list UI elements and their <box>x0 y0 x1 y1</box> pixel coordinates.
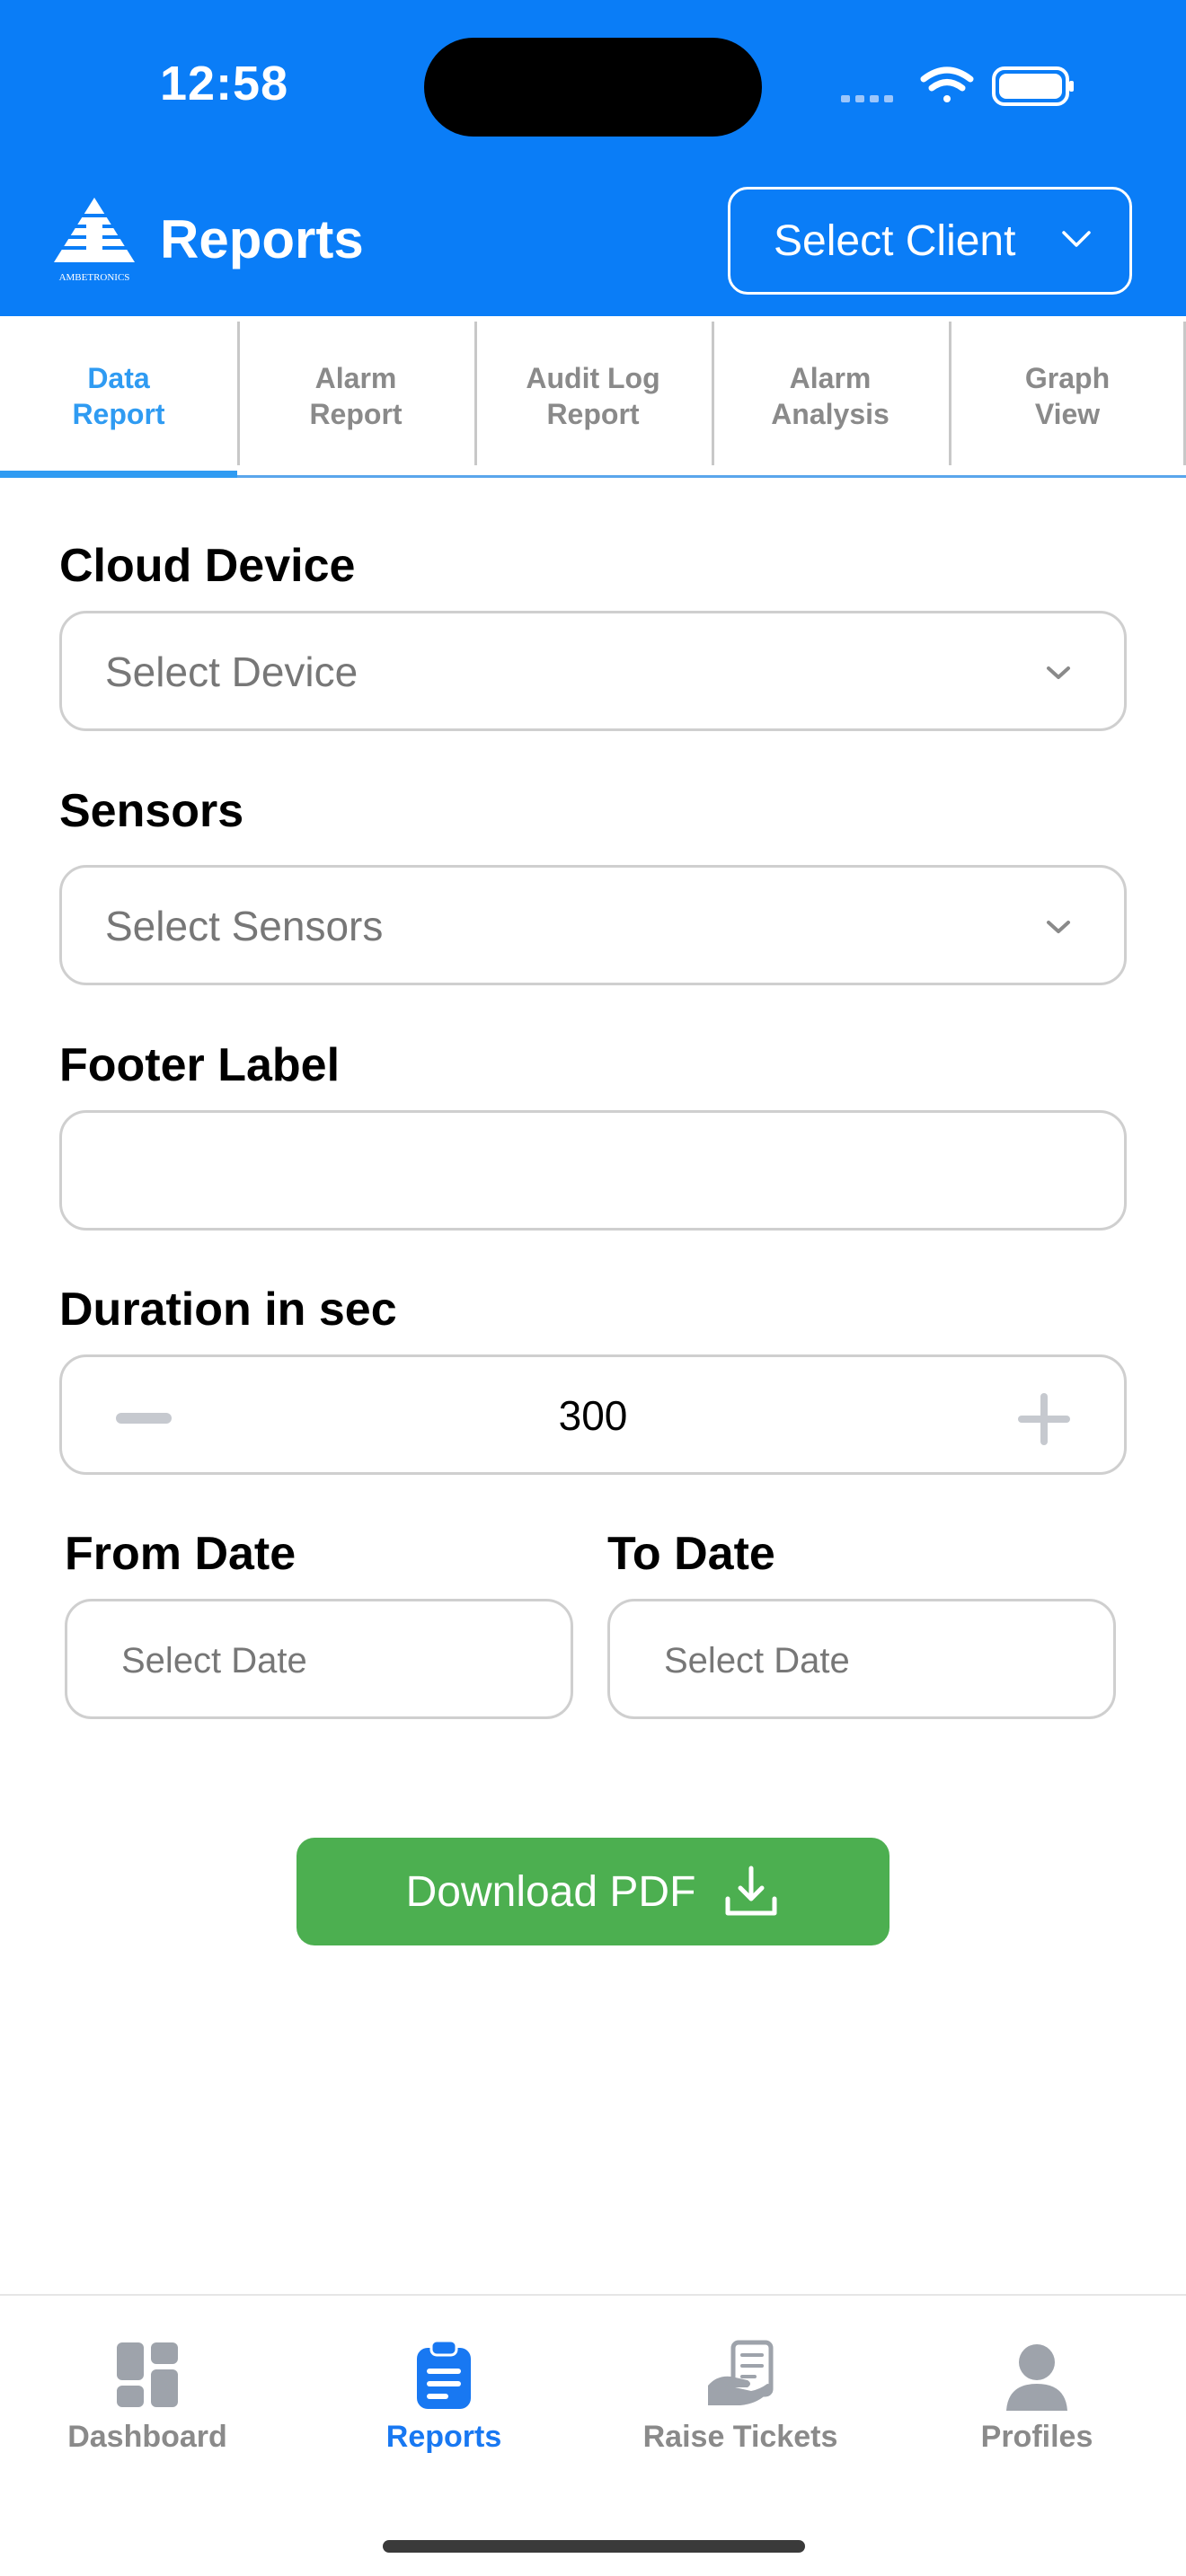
nav-profiles-label: Profiles <box>980 2420 1093 2454</box>
nav-raise-tickets[interactable]: Raise Tickets <box>606 2339 875 2455</box>
nav-dashboard[interactable]: Dashboard <box>13 2339 282 2455</box>
dynamic-island <box>424 38 762 137</box>
tab-audit-log-report[interactable]: Audit Log Report <box>474 316 712 475</box>
ambetronics-logo: AMBETRONICS <box>50 198 138 283</box>
duration-value[interactable]: 300 <box>62 1391 1124 1440</box>
cloud-device-label: Cloud Device <box>59 540 356 592</box>
bottom-navigation: Dashboard Reports Raise Tickets Profiles <box>0 2294 1186 2576</box>
duration-label: Duration in sec <box>59 1284 397 1336</box>
nav-raise-tickets-label: Raise Tickets <box>642 2420 838 2454</box>
to-date-picker[interactable]: Select Date <box>607 1599 1116 1719</box>
battery-icon <box>992 66 1074 106</box>
nav-reports[interactable]: Reports <box>309 2339 579 2455</box>
download-pdf-label: Download PDF <box>405 1867 696 1916</box>
dashboard-icon <box>117 2342 178 2407</box>
tab-graph-view[interactable]: Graph View <box>949 316 1186 475</box>
active-tab-indicator <box>0 471 237 478</box>
tab-label: Alarm <box>314 361 397 394</box>
page-title: Reports <box>160 209 364 269</box>
tab-label: Report <box>309 397 403 430</box>
nav-profiles[interactable]: Profiles <box>902 2339 1172 2455</box>
select-client-dropdown[interactable]: Select Client <box>728 187 1132 295</box>
tab-alarm-report[interactable]: Alarm Report <box>237 316 474 475</box>
from-date-picker[interactable]: Select Date <box>65 1599 573 1719</box>
download-icon <box>725 1866 777 1916</box>
to-date-placeholder: Select Date <box>664 1641 850 1681</box>
chevron-down-icon <box>1047 666 1070 679</box>
nav-reports-label: Reports <box>385 2420 502 2454</box>
select-client-label: Select Client <box>774 216 1016 265</box>
logo-text: AMBETRONICS <box>59 272 130 283</box>
sensors-label: Sensors <box>59 785 244 837</box>
tab-label: Analysis <box>771 397 890 430</box>
download-pdf-button[interactable]: Download PDF <box>296 1838 890 1945</box>
from-date-label: From Date <box>65 1528 296 1580</box>
duration-stepper: 300 <box>59 1354 1127 1475</box>
chevron-down-icon <box>1062 231 1091 247</box>
tab-label: View <box>1034 397 1101 430</box>
chevron-down-icon <box>1047 921 1070 933</box>
app-header: 12:58 AMBETRONICS Reports Select Client <box>0 0 1186 316</box>
ticket-icon <box>708 2340 774 2405</box>
from-date-placeholder: Select Date <box>121 1641 307 1681</box>
tab-label: Report <box>546 397 640 430</box>
tab-label: Alarm <box>789 361 872 394</box>
home-indicator <box>383 2540 805 2553</box>
nav-dashboard-label: Dashboard <box>67 2420 227 2454</box>
sensors-select[interactable]: Select Sensors <box>59 865 1127 985</box>
tab-label: Graph <box>1024 361 1111 394</box>
status-time: 12:58 <box>160 57 289 110</box>
cloud-device-placeholder: Select Device <box>105 648 358 695</box>
sensors-placeholder: Select Sensors <box>105 903 384 949</box>
footer-label-heading: Footer Label <box>59 1039 341 1091</box>
profile-icon <box>1006 2344 1067 2411</box>
footer-label-input[interactable] <box>59 1110 1127 1231</box>
tab-alarm-analysis[interactable]: Alarm Analysis <box>712 316 949 475</box>
status-icons <box>841 66 1074 106</box>
tab-data-report[interactable]: Data Report <box>0 316 237 478</box>
plus-icon[interactable] <box>1018 1393 1070 1445</box>
report-tabs: Data Report Alarm Report Audit Log Report A… <box>0 316 1186 478</box>
signal-icon <box>841 95 893 102</box>
cloud-device-select[interactable]: Select Device <box>59 611 1127 731</box>
tab-label: Data <box>87 361 150 394</box>
to-date-label: To Date <box>607 1528 775 1580</box>
tab-label: Report <box>72 397 165 430</box>
clipboard-icon <box>417 2339 471 2409</box>
tab-label: Audit Log <box>526 361 660 394</box>
wifi-icon <box>920 66 974 102</box>
